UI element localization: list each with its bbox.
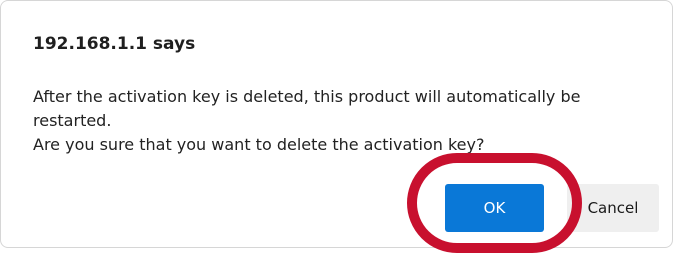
ok-button[interactable]: OK <box>445 184 544 232</box>
dialog-message: After the activation key is deleted, thi… <box>33 85 643 157</box>
dialog-message-line: After the activation key is deleted, thi… <box>33 87 581 130</box>
alert-dialog: 192.168.1.1 says After the activation ke… <box>0 0 673 248</box>
dialog-message-line: Are you sure that you want to delete the… <box>33 135 485 154</box>
cancel-button[interactable]: Cancel <box>567 184 659 232</box>
dialog-title: 192.168.1.1 says <box>33 34 196 54</box>
